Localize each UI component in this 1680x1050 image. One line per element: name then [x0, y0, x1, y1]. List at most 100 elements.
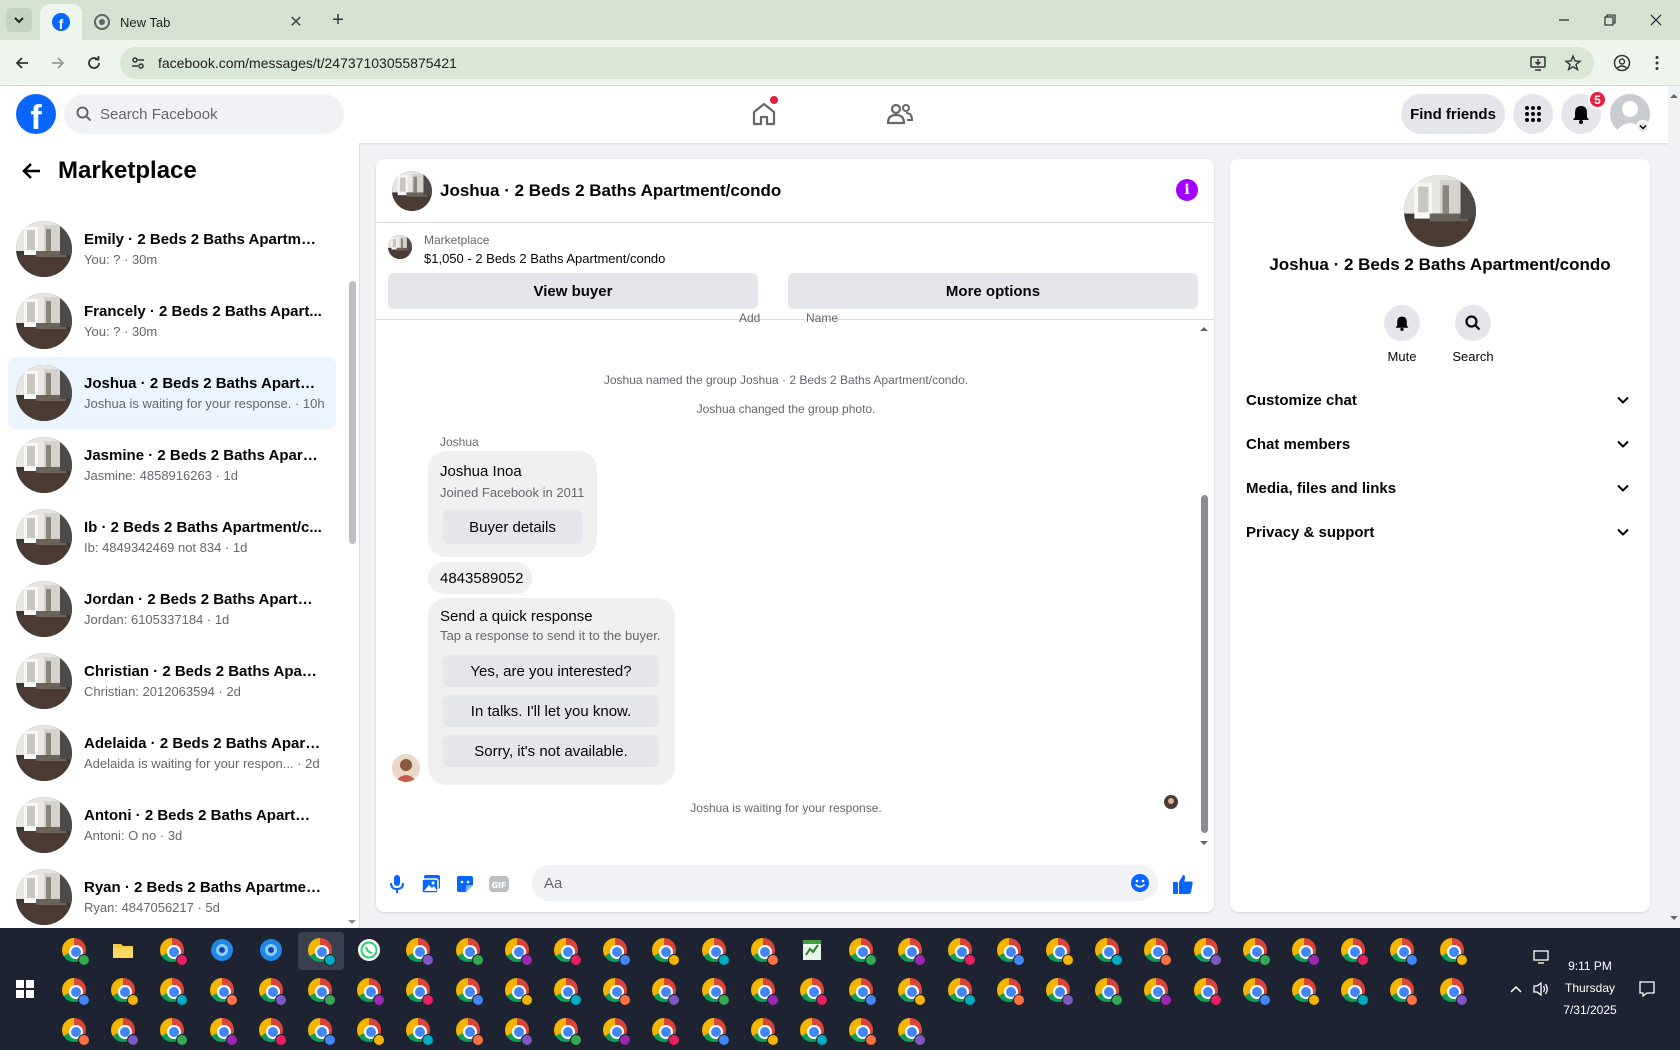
chat-avatar[interactable] [392, 170, 432, 211]
chrome-profile-icon[interactable] [455, 938, 484, 966]
buyer-details-button[interactable]: Buyer details [443, 510, 582, 544]
chrome-profile-icon[interactable] [209, 978, 238, 1006]
browser-icon[interactable] [259, 938, 285, 964]
chrome-profile-icon[interactable] [701, 1018, 730, 1046]
chrome-profile-icon[interactable] [701, 978, 730, 1006]
chrome-profile-icon[interactable] [504, 978, 533, 1006]
chrome-profile-icon[interactable] [1095, 978, 1124, 1006]
conversation-item[interactable]: Jasmine · 2 Beds 2 Baths Apartm... Jasmin… [8, 429, 336, 501]
chrome-profile-icon[interactable] [258, 1018, 287, 1046]
conversation-item[interactable]: Ryan · 2 Beds 2 Baths Apartmen... Ryan: 4… [8, 861, 336, 928]
chrome-profile-icon[interactable] [652, 978, 681, 1006]
send-like-button[interactable] [1170, 871, 1196, 897]
more-options-button[interactable]: More options [788, 273, 1198, 309]
chrome-profile-icon[interactable] [898, 938, 927, 966]
chrome-profile-icon[interactable] [800, 978, 828, 1006]
profile-button[interactable] [1609, 50, 1635, 76]
chrome-profile-icon[interactable] [554, 978, 582, 1006]
chat-info-avatar[interactable] [1404, 175, 1476, 247]
chrome-profile-icon[interactable] [652, 938, 681, 966]
voice-clip-button[interactable] [384, 871, 410, 897]
chrome-profile-icon[interactable] [504, 1018, 533, 1046]
chrome-profile-icon[interactable] [1242, 938, 1271, 966]
clock-time[interactable]: 9:11 PM [1540, 959, 1640, 973]
tab-search-button[interactable] [6, 8, 32, 32]
chrome-profile-icon[interactable] [1193, 938, 1222, 966]
conversation-item[interactable]: Christian · 2 Beds 2 Baths Apart... Chris… [8, 645, 336, 717]
scroll-down-arrow-icon[interactable] [1198, 839, 1210, 847]
chrome-profile-icon[interactable] [701, 938, 730, 966]
listing-price[interactable]: $1,050 - 2 Beds 2 Baths Apartment/condo [424, 251, 665, 266]
scroll-down-arrow-icon[interactable] [1668, 914, 1680, 922]
browser-icon[interactable] [210, 938, 236, 964]
tab-close-icon[interactable]: ✕ [286, 12, 306, 32]
chrome-profile-icon[interactable] [947, 938, 976, 966]
chrome-profile-icon[interactable] [308, 1018, 336, 1046]
attach-media-button[interactable] [418, 871, 444, 897]
chrome-profile-icon[interactable] [258, 978, 287, 1006]
chrome-profile-icon[interactable] [160, 978, 189, 1006]
conversation-item[interactable]: Emily · 2 Beds 2 Baths Apartmen... You: ?… [8, 213, 336, 285]
chrome-profile-icon[interactable] [111, 1018, 140, 1046]
back-button[interactable] [18, 157, 46, 185]
chrome-profile-icon[interactable] [750, 1018, 779, 1046]
chrome-profile-icon[interactable] [406, 938, 435, 966]
chrome-profile-icon[interactable] [1390, 938, 1419, 966]
new-tab-button[interactable]: + [326, 8, 350, 32]
chrome-profile-icon[interactable] [750, 938, 779, 966]
conversation-item[interactable]: Adelaida · 2 Beds 2 Baths Apart... Adelai… [8, 717, 336, 789]
conversation-item[interactable]: Ib · 2 Beds 2 Baths Apartment/c... Ib: 48… [8, 501, 336, 573]
minimize-button[interactable] [1544, 6, 1584, 34]
tab-facebook[interactable]: f [40, 4, 82, 40]
quick-reply-button[interactable]: In talks. I'll let you know. [443, 695, 659, 727]
chrome-profile-icon[interactable] [652, 1018, 681, 1046]
clock-date[interactable]: 7/31/2025 [1540, 1003, 1640, 1017]
scroll-down-arrow-icon[interactable] [346, 918, 358, 926]
search-input[interactable] [100, 105, 320, 123]
emoji-icon[interactable] [1130, 873, 1150, 893]
cutoff-action-label[interactable]: Name [806, 311, 838, 325]
chrome-profile-icon[interactable] [455, 1018, 484, 1046]
address-bar[interactable]: facebook.com/messages/t/2473710305587542… [120, 47, 1594, 79]
chrome-profile-icon[interactable] [1193, 978, 1222, 1006]
chrome-profile-icon[interactable] [1292, 978, 1320, 1006]
find-friends-button[interactable]: Find friends [1401, 94, 1505, 134]
chrome-profile-icon[interactable] [111, 978, 140, 1006]
back-button[interactable] [9, 50, 35, 76]
chrome-profile-icon[interactable] [849, 938, 878, 966]
chrome-profile-icon[interactable] [1390, 978, 1419, 1006]
chrome-profile-icon[interactable] [898, 978, 927, 1006]
chrome-profile-icon[interactable] [849, 978, 878, 1006]
sticker-button[interactable] [452, 871, 478, 897]
message-input[interactable] [544, 874, 1104, 892]
site-info-icon[interactable] [130, 55, 150, 71]
info-icon[interactable]: i [1176, 179, 1198, 201]
privacy-support-row[interactable]: Privacy & support [1238, 510, 1642, 554]
home-nav-button[interactable] [746, 96, 782, 132]
conversation-item[interactable]: Jordan · 2 Beds 2 Baths Apartme... Jordan… [8, 573, 336, 645]
chrome-profile-icon[interactable] [357, 1018, 386, 1046]
install-app-button[interactable] [1525, 50, 1551, 76]
chrome-profile-icon[interactable] [1242, 978, 1271, 1006]
quick-reply-button[interactable]: Sorry, it's not available. [443, 735, 659, 767]
menu-button[interactable] [1513, 94, 1553, 134]
chrome-profile-icon[interactable] [554, 938, 582, 966]
notifications-button[interactable]: 5 [1561, 90, 1607, 134]
chrome-profile-icon[interactable] [1144, 938, 1173, 966]
chrome-profile-icon[interactable] [603, 978, 632, 1006]
facebook-search[interactable] [64, 94, 344, 134]
bookmark-button[interactable] [1560, 50, 1586, 76]
chrome-profile-icon[interactable] [357, 978, 386, 1006]
scroll-up-arrow-icon[interactable] [1198, 325, 1210, 333]
chrome-profile-icon[interactable] [1439, 938, 1468, 966]
chrome-profile-icon[interactable] [603, 1018, 632, 1046]
chrome-profile-icon[interactable] [455, 978, 484, 1006]
chrome-profile-icon[interactable] [947, 978, 976, 1006]
reload-button[interactable] [81, 50, 107, 76]
gif-button[interactable]: GIF [486, 871, 512, 897]
chrome-profile-icon[interactable] [406, 1018, 435, 1046]
tray-overflow-icon[interactable] [1509, 984, 1523, 994]
conversation-item-active[interactable]: Joshua · 2 Beds 2 Baths Apartm... Joshua … [8, 357, 336, 429]
action-center-icon[interactable] [1638, 980, 1656, 998]
forward-button[interactable] [45, 50, 71, 76]
